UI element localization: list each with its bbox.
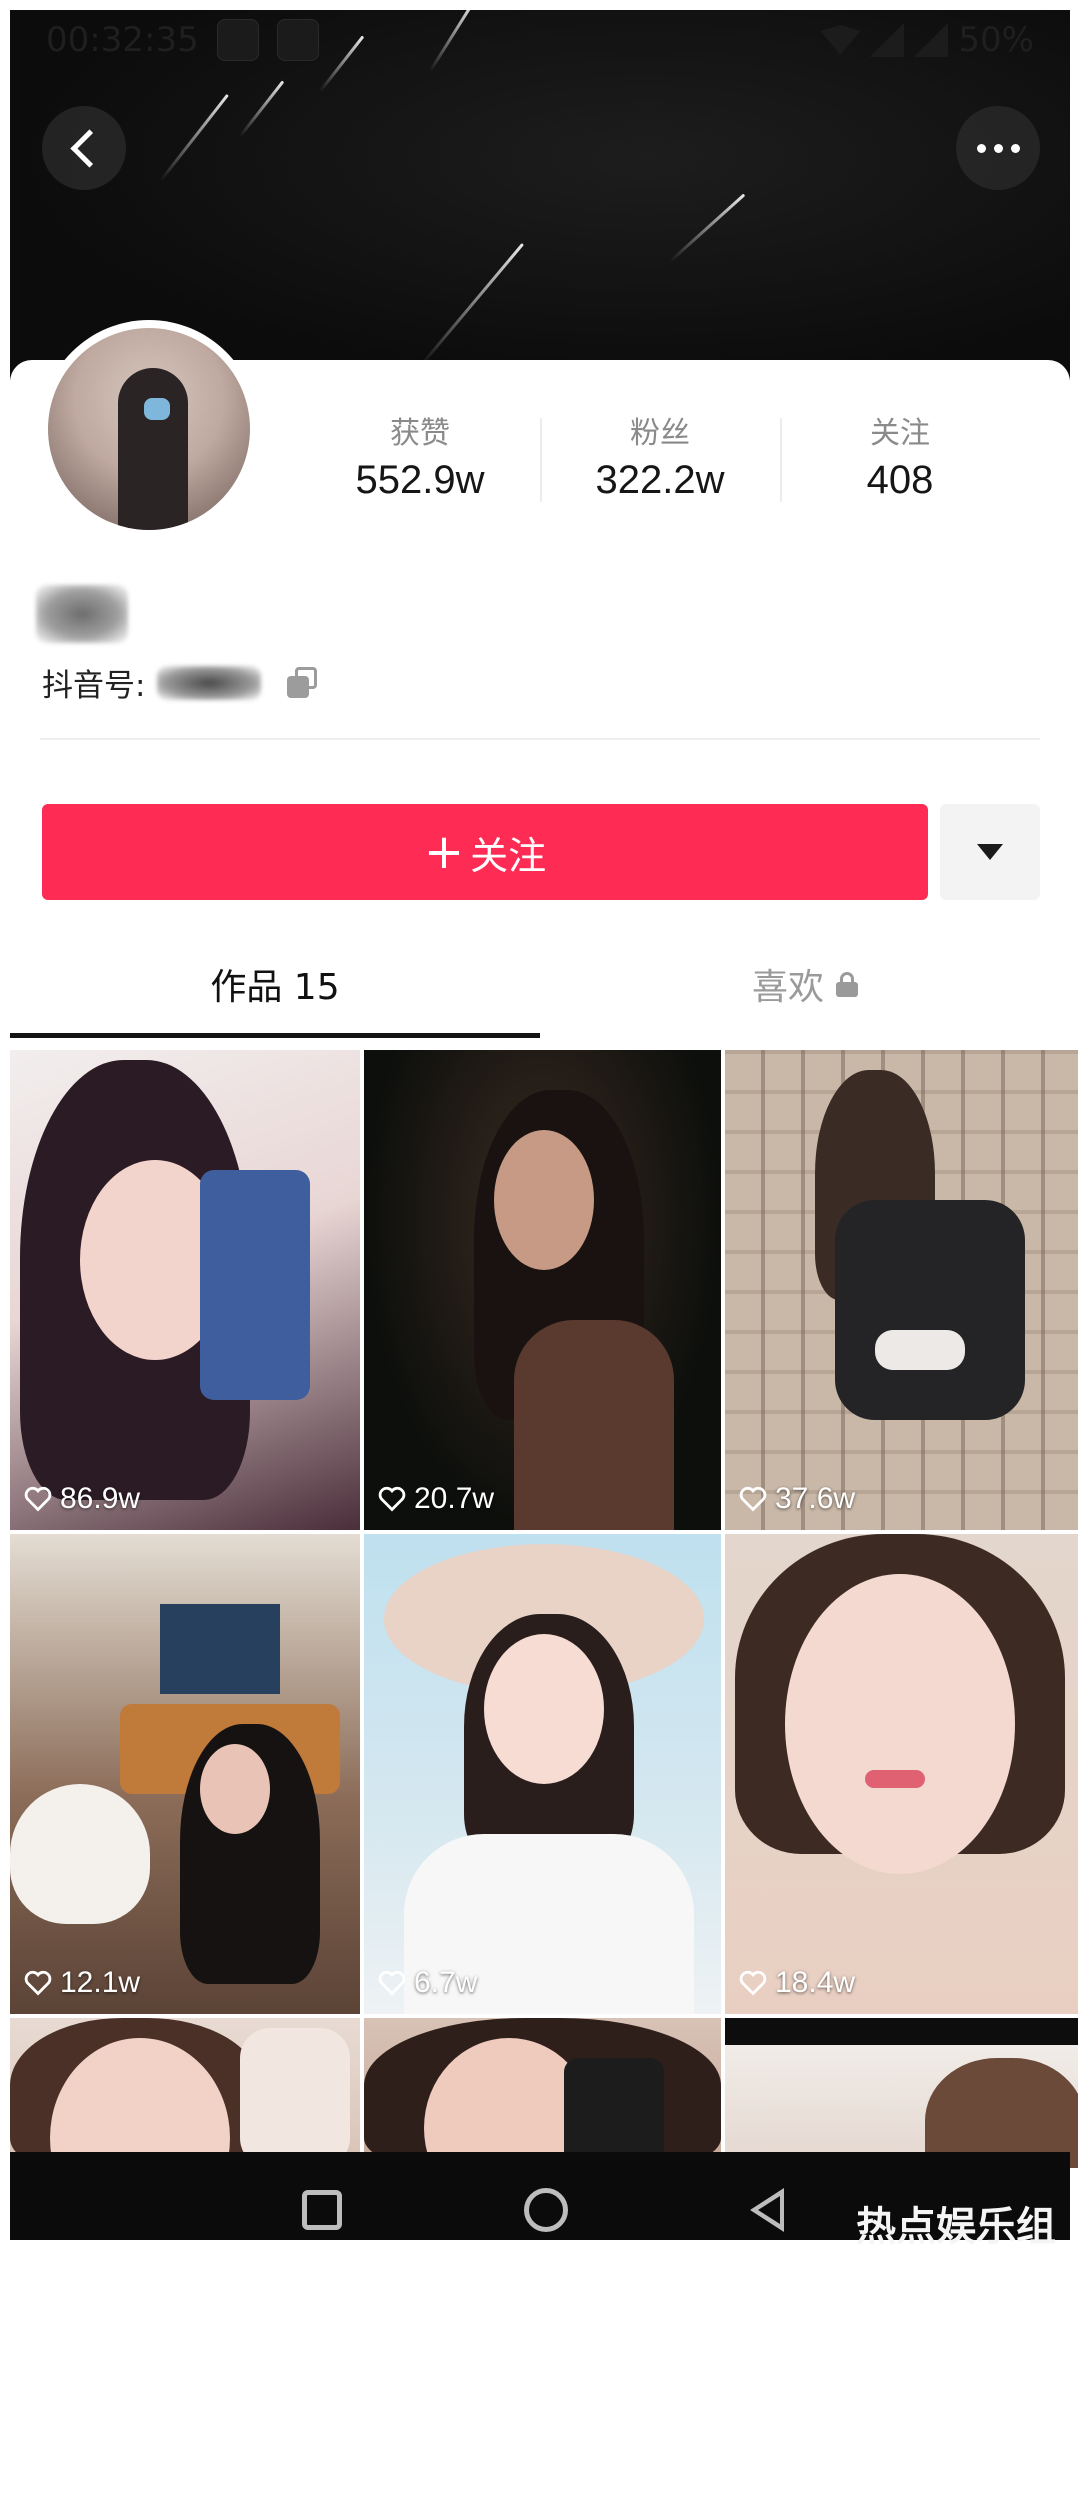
recent-apps-icon[interactable] bbox=[302, 2190, 342, 2230]
follow-button-label: 关注 bbox=[470, 833, 547, 878]
lock-icon bbox=[836, 972, 858, 997]
heart-icon bbox=[378, 1970, 406, 1996]
stat-value: 408 bbox=[866, 458, 934, 502]
signal-icon bbox=[914, 23, 949, 57]
tab-works[interactable]: 作品 15 bbox=[10, 930, 540, 1038]
nav-back-icon[interactable] bbox=[750, 2188, 784, 2232]
heart-icon bbox=[24, 1486, 52, 1512]
back-button[interactable] bbox=[42, 106, 126, 190]
signal-icon bbox=[870, 23, 905, 57]
heart-icon bbox=[24, 1970, 52, 1996]
recommend-dropdown-button[interactable] bbox=[940, 804, 1040, 900]
plus-icon: + bbox=[423, 824, 465, 880]
video-thumbnail[interactable]: 37.6w bbox=[725, 1050, 1078, 1530]
video-thumbnail[interactable] bbox=[364, 2018, 721, 2168]
stat-label: 关注 bbox=[870, 416, 930, 451]
avatar[interactable] bbox=[40, 320, 258, 538]
douyin-id-redacted bbox=[157, 665, 262, 700]
tab-label: 作品 15 bbox=[210, 967, 340, 1008]
tab-label: 喜欢 bbox=[751, 967, 824, 1008]
douyin-id-label: 抖音号: bbox=[42, 668, 146, 704]
notification-app-icon bbox=[276, 19, 319, 61]
chevron-left-icon bbox=[69, 128, 109, 168]
like-count: 18.4w bbox=[739, 1966, 855, 2000]
like-count: 6.7w bbox=[378, 1966, 477, 2000]
video-thumbnail[interactable]: 86.9w bbox=[10, 1050, 360, 1530]
heart-icon bbox=[378, 1486, 406, 1512]
more-horizontal-icon bbox=[976, 143, 1020, 153]
copy-icon[interactable] bbox=[287, 666, 319, 699]
tab-likes[interactable]: 喜欢 bbox=[540, 930, 1070, 1038]
username-redacted bbox=[36, 585, 128, 643]
video-grid: 86.9w 20.7w 37.6w 12.1w 6.7w 18.4w bbox=[10, 1050, 1078, 2498]
like-count: 20.7w bbox=[378, 1482, 494, 1516]
wifi-icon bbox=[820, 25, 861, 55]
douyin-id-row: 抖音号: bbox=[42, 660, 319, 705]
divider bbox=[40, 738, 1040, 740]
cover-streak bbox=[668, 193, 746, 263]
like-count: 12.1w bbox=[24, 1966, 140, 2000]
caret-down-icon bbox=[977, 844, 1003, 860]
video-thumbnail[interactable] bbox=[725, 2018, 1078, 2168]
stat-value: 322.2w bbox=[595, 458, 725, 502]
stat-followers[interactable]: 粉丝 322.2w bbox=[540, 410, 780, 510]
video-thumbnail[interactable]: 18.4w bbox=[725, 1534, 1078, 2014]
cover-streak bbox=[158, 93, 229, 183]
battery-level: 50% bbox=[958, 20, 1034, 60]
notification-app-icon bbox=[216, 19, 259, 61]
cover-streak bbox=[238, 80, 285, 138]
like-count: 37.6w bbox=[739, 1482, 855, 1516]
stat-label: 获赞 bbox=[390, 416, 450, 451]
video-thumbnail[interactable]: 12.1w bbox=[10, 1534, 360, 2014]
like-count: 86.9w bbox=[24, 1482, 140, 1516]
follow-button[interactable]: + 关注 bbox=[42, 804, 928, 900]
heart-icon bbox=[739, 1486, 767, 1512]
watermark: 热点娱乐组 bbox=[856, 2204, 1056, 2250]
profile-tabs: 作品 15 喜欢 bbox=[10, 930, 1070, 1038]
home-icon[interactable] bbox=[524, 2188, 568, 2232]
video-thumbnail[interactable] bbox=[10, 2018, 360, 2168]
status-bar: 00:32:35 50% bbox=[10, 10, 1070, 70]
status-time: 00:32:35 bbox=[46, 20, 199, 60]
video-thumbnail[interactable]: 6.7w bbox=[364, 1534, 721, 2014]
more-button[interactable] bbox=[956, 106, 1040, 190]
heart-icon bbox=[739, 1970, 767, 1996]
system-nav-bar: 热点娱乐组 bbox=[10, 2152, 1070, 2250]
profile-stats: 获赞 552.9w 粉丝 322.2w 关注 408 bbox=[300, 410, 1020, 510]
stat-likes[interactable]: 获赞 552.9w bbox=[300, 410, 540, 510]
cover-streak bbox=[418, 242, 524, 368]
video-thumbnail[interactable]: 20.7w bbox=[364, 1050, 721, 1530]
stat-following[interactable]: 关注 408 bbox=[780, 410, 1020, 510]
stat-label: 粉丝 bbox=[630, 416, 690, 451]
stat-value: 552.9w bbox=[355, 458, 485, 502]
